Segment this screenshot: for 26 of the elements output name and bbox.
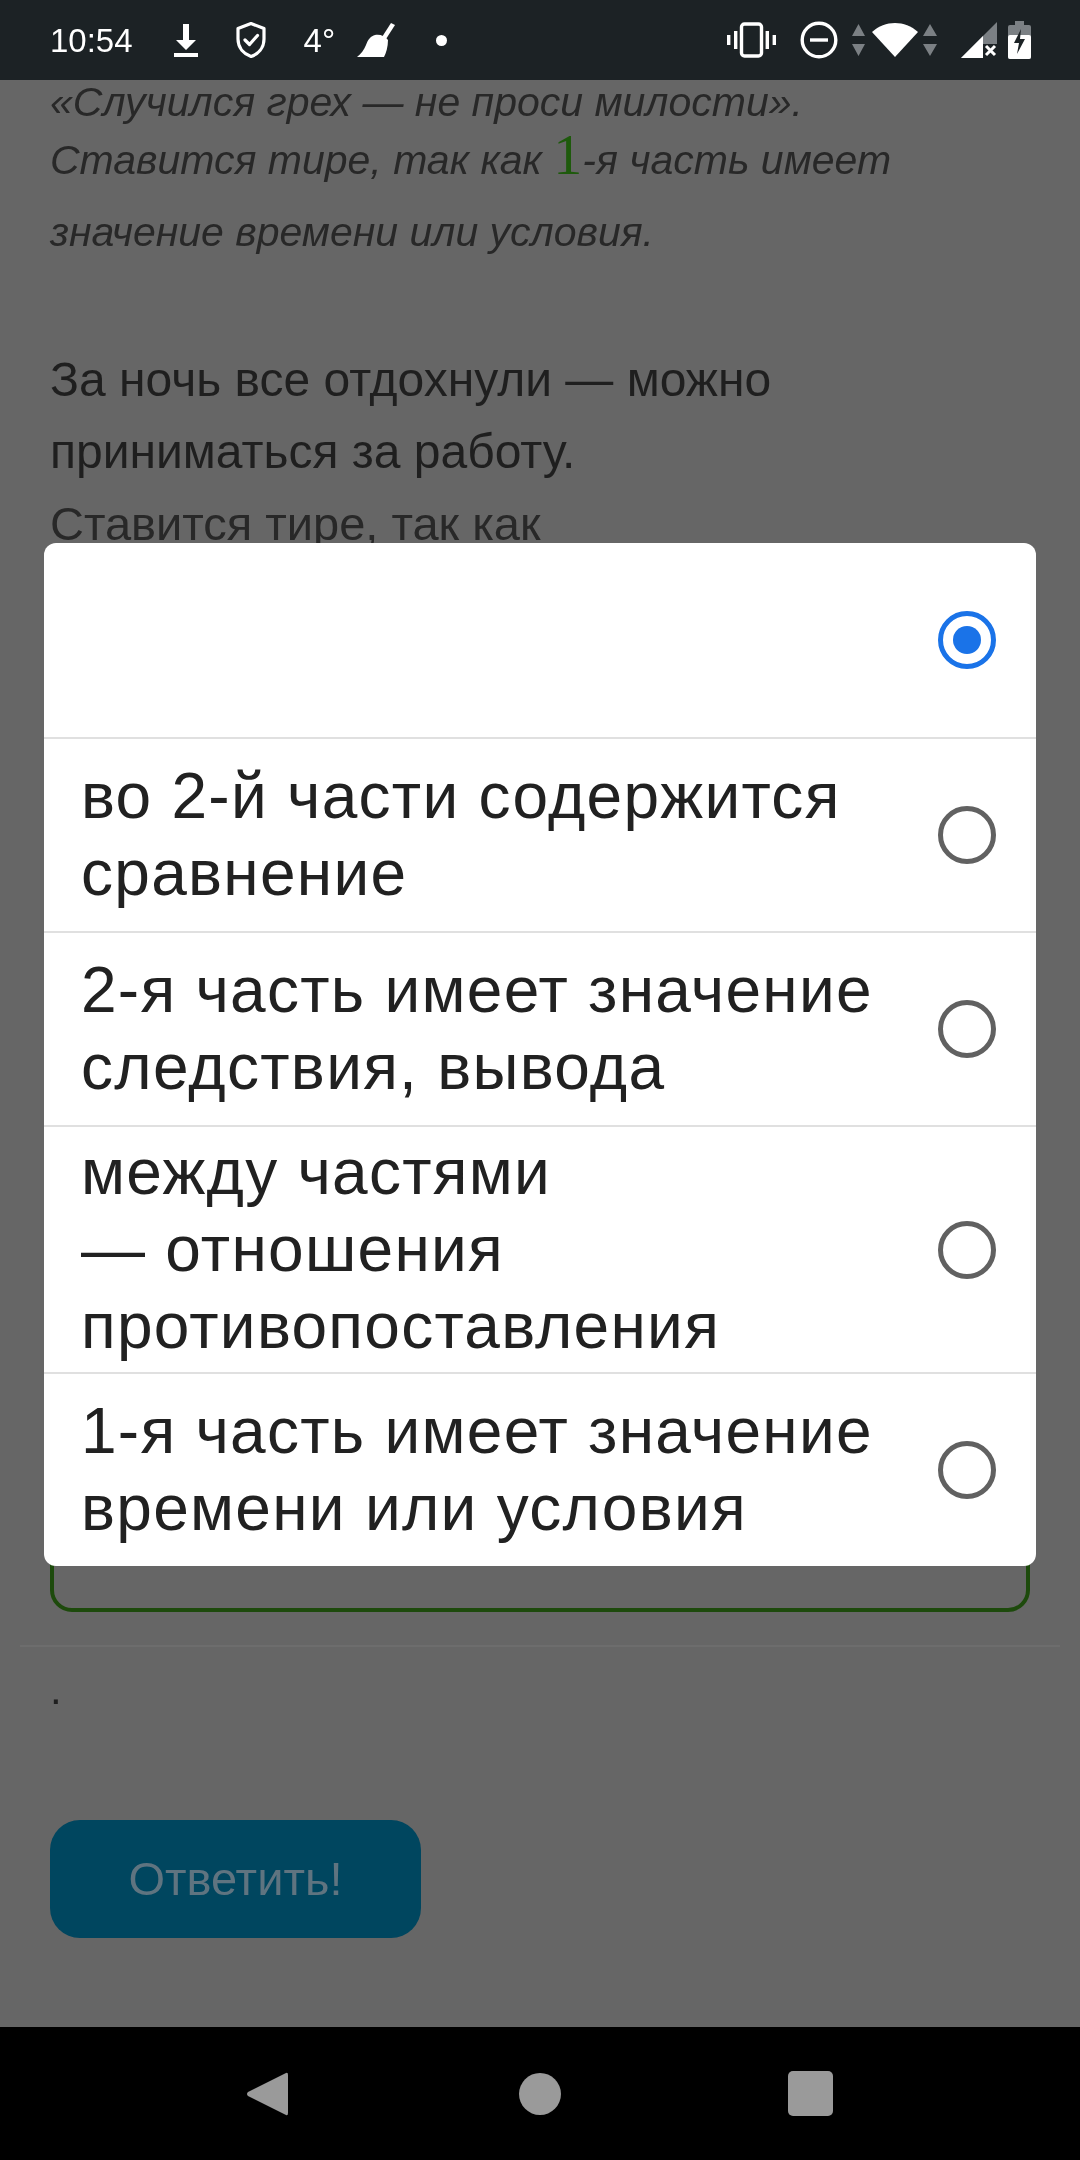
data-arrows-icon	[923, 24, 937, 56]
answer-option[interactable]: между частями — отношения противопоставления	[44, 1125, 1036, 1372]
answer-option[interactable]: во 2-й части содержится сравнение	[44, 737, 1036, 931]
wifi-icon	[872, 23, 918, 57]
vibrate-icon	[727, 22, 776, 58]
radio-button-icon[interactable]	[938, 1441, 996, 1499]
radio-button-icon[interactable]	[938, 611, 996, 669]
answer-option[interactable]: 1-я часть имеет значение времени или условия	[44, 1372, 1036, 1566]
home-icon[interactable]	[519, 2072, 561, 2115]
status-time: 10:54	[50, 23, 133, 57]
example-sentence-text: За ночь все отдохнули — можно приниматься за работу.	[50, 352, 773, 480]
radio-button-icon[interactable]	[938, 1220, 996, 1279]
example-sentence-text: «Случился грех — не проси милости».	[50, 80, 803, 124]
radio-button-icon[interactable]	[938, 806, 996, 864]
explanation-text: Ставится тире, так как	[50, 496, 541, 552]
signal-icon	[961, 22, 997, 58]
temperature-text: 4°	[303, 23, 336, 57]
answer-option[interactable]: 2-я часть имеет значение следствия, вывода	[44, 931, 1036, 1125]
explanation-text: Ставится тире, так как 1-я часть имеет значение времени или условия.	[50, 124, 893, 257]
note-text: .	[50, 1665, 62, 1715]
radio-button-icon[interactable]	[938, 1000, 996, 1058]
data-arrows-icon	[852, 24, 865, 56]
battery-charging-icon	[1008, 21, 1031, 59]
do-not-disturb-icon	[800, 21, 838, 59]
dot-icon	[436, 34, 448, 46]
shield-check-icon	[234, 21, 267, 59]
